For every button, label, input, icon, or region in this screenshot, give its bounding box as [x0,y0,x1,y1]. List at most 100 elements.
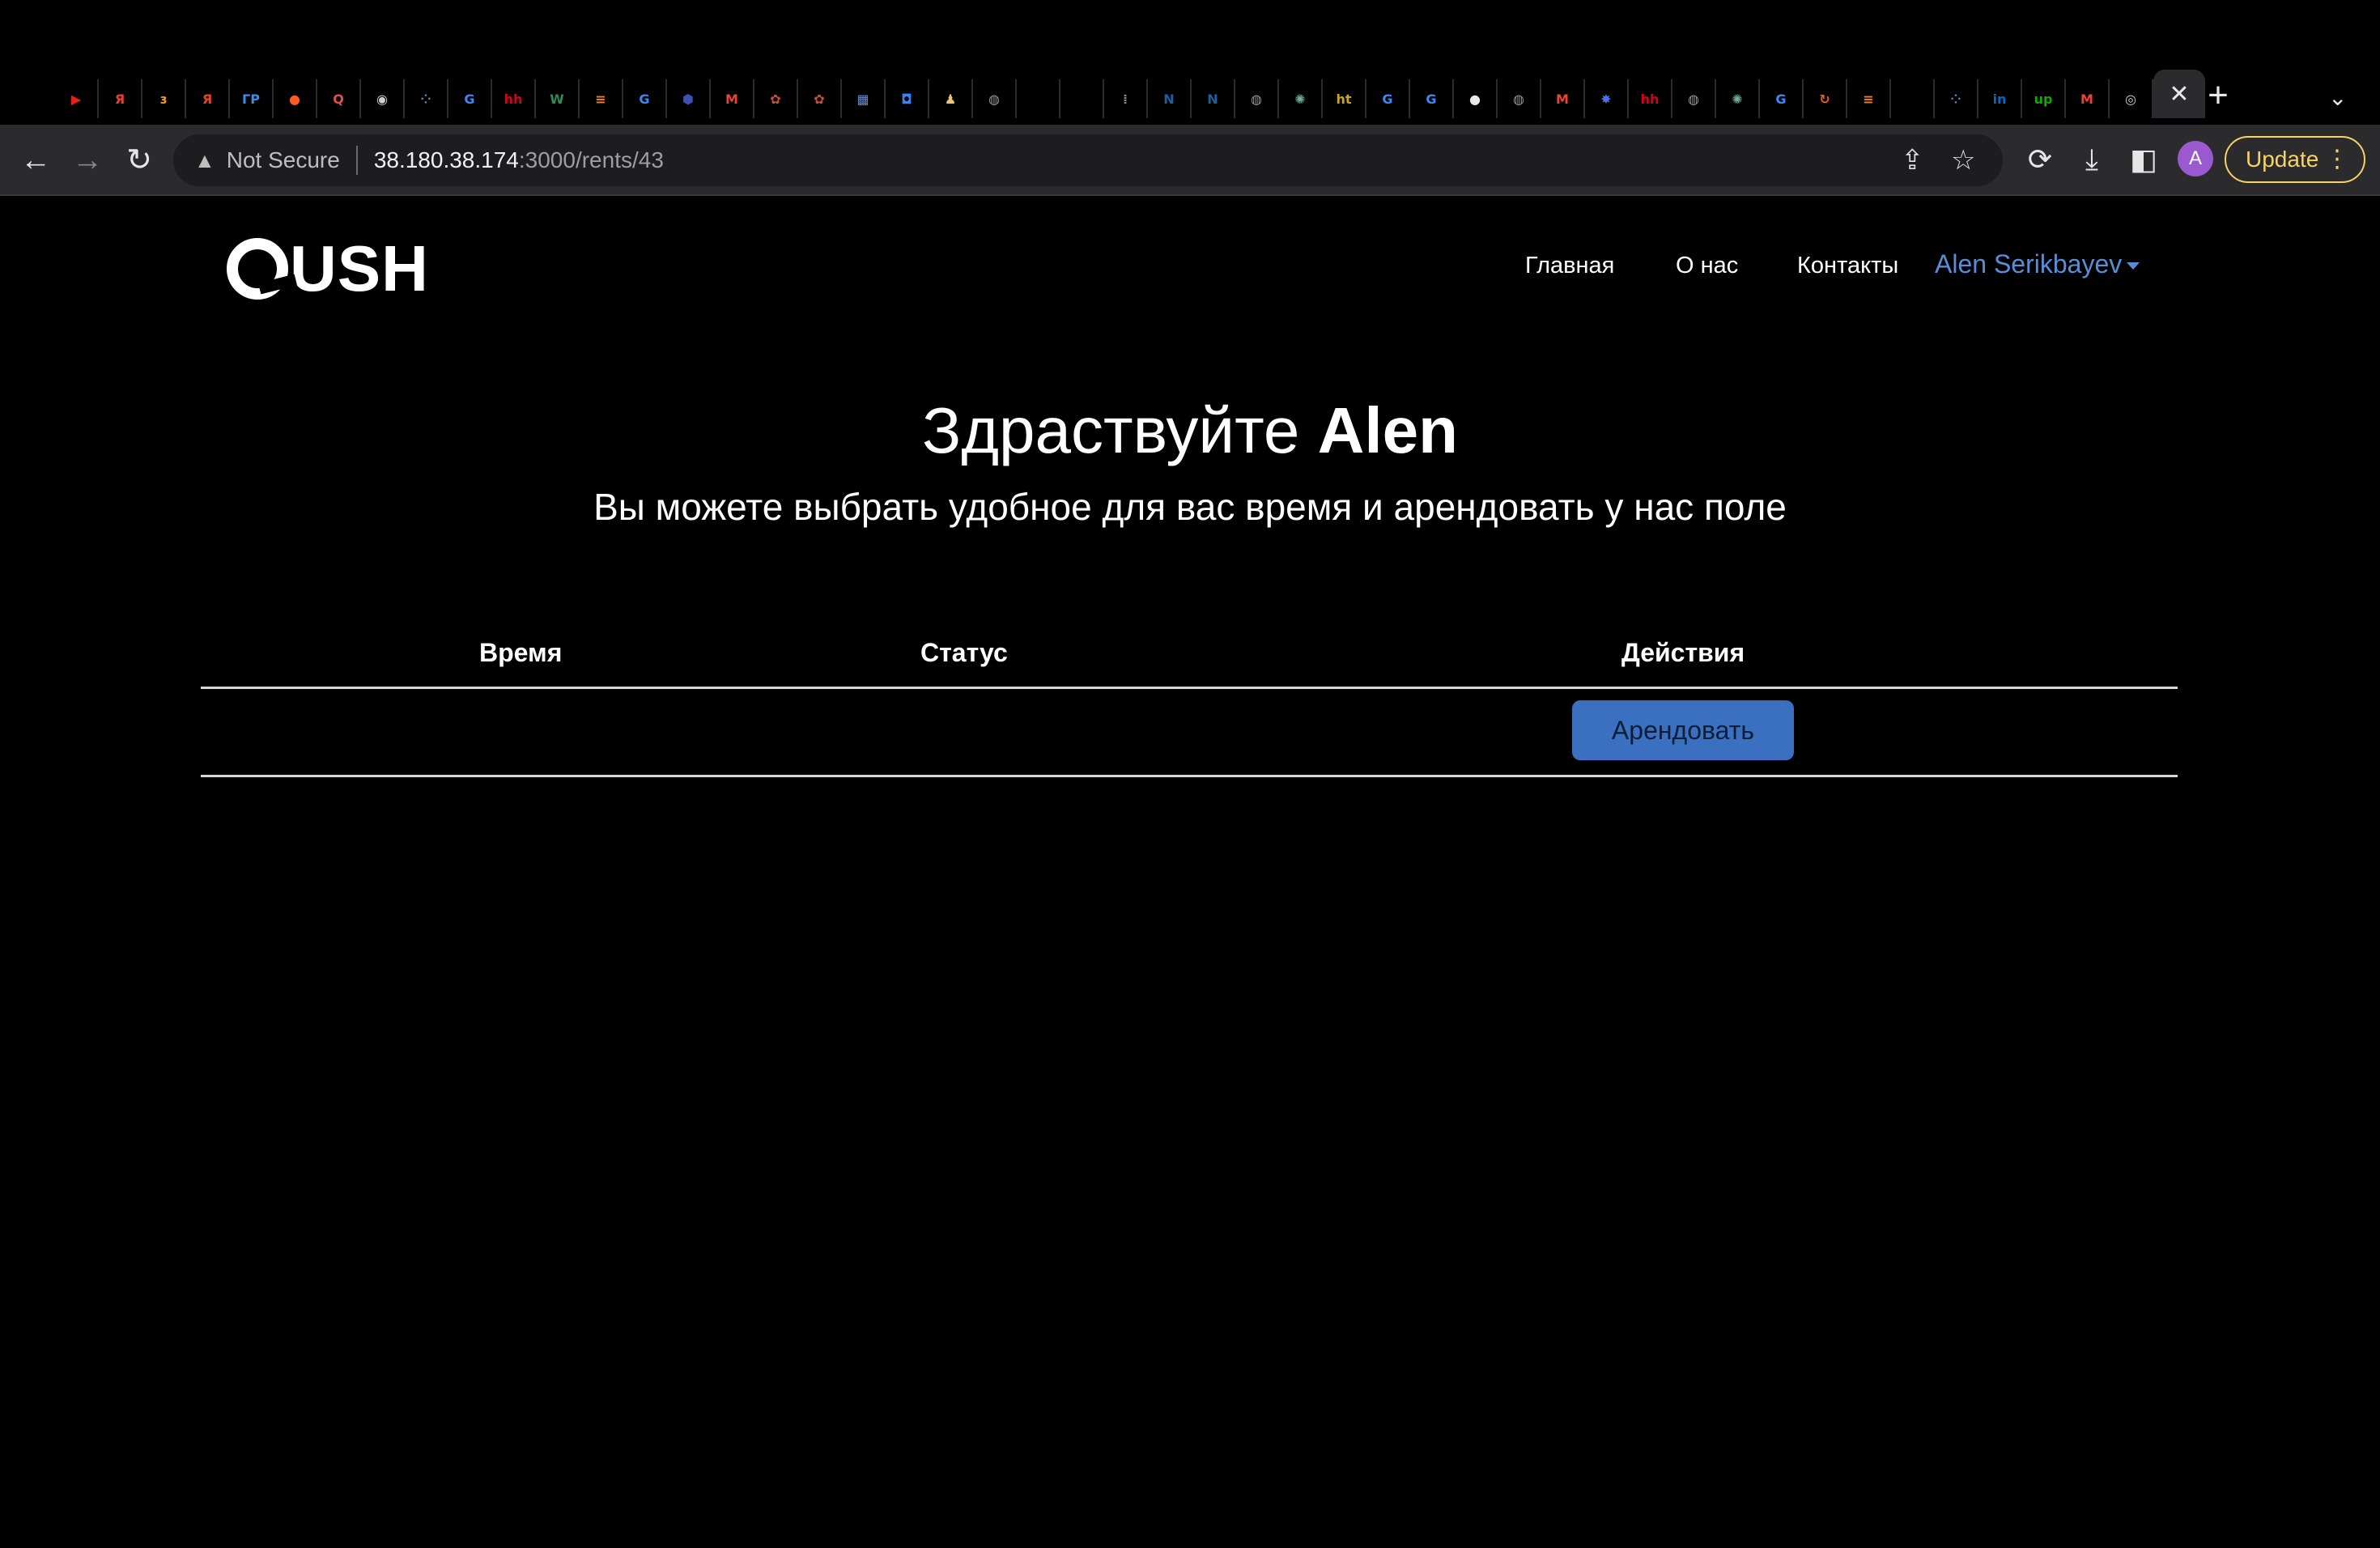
browser-tab[interactable]: G [1366,79,1410,118]
browser-tab[interactable] [1017,79,1060,118]
browser-tab[interactable]: Q [317,79,361,118]
side-panel-icon[interactable]: ◧ [2126,142,2161,176]
browser-tab[interactable]: M [711,79,754,118]
browser-tab[interactable]: in [1978,79,2022,118]
tab-strip: ▶ Яɜ Я ГР ● Q ◉ ⁘ Ghh W ≡ G ⬢ M ✿ ✿ ▦ ◘ ♟ ◍ ⁞ N N ◍ ✺ ht G G ● ◍ M ✸ hh ◍… [55,70,2205,118]
browser-tab[interactable]: W [536,79,580,118]
browser-tab[interactable]: M [1541,79,1585,118]
browser-tab[interactable]: ✺ [1279,79,1323,118]
blank-icon [1026,87,1049,110]
hh-icon: hh [1640,91,1660,107]
user-name: Alen Serikbayev [1935,249,2123,279]
browser-tab[interactable]: ⁞ [1104,79,1148,118]
google-icon: G [1382,91,1393,107]
browser-tab[interactable]: G [448,79,492,118]
openai-icon: ✺ [1732,91,1743,107]
browser-tab[interactable]: ◍ [973,79,1017,118]
picture-icon: ▦ [856,91,869,107]
browser-tab[interactable]: ◉ [361,79,405,118]
browser-tab[interactable]: ▶ [55,79,99,118]
browser-tab[interactable]: G [623,79,667,118]
upwork-icon: up [2034,91,2053,107]
globe-icon: ◍ [988,91,1000,107]
profile-avatar[interactable]: A [2178,141,2213,176]
address-bar[interactable]: ▲ Not Secure 38.180.38.174:3000/rents/43… [173,134,2003,186]
browser-tab[interactable]: G [1410,79,1454,118]
close-tab-icon[interactable]: ✕ [2169,80,2189,108]
back-arrow-icon[interactable]: ← [16,141,55,180]
extension-icon[interactable]: ⟳ [2022,142,2058,176]
browser-tab[interactable]: ◍ [1235,79,1279,118]
shield-app-icon: ⬢ [682,91,694,107]
nav-contacts-link[interactable]: Контакты [1797,245,1898,287]
security-status[interactable]: Not Secure [227,147,340,173]
browser-tab[interactable]: ▦ [842,79,886,118]
browser-tab[interactable]: ◎ [2110,79,2153,118]
browser-tab[interactable]: ГР [230,79,274,118]
rent-button[interactable]: Арендовать [1572,700,1794,760]
active-tab[interactable]: ✕ [2153,70,2205,118]
browser-tab[interactable]: ✿ [754,79,798,118]
bookmark-star-icon[interactable]: ☆ [1951,144,1975,176]
column-header-status: Статус [920,638,1008,667]
more-menu-icon[interactable]: ⋮ [2325,138,2349,181]
ht-icon: ht [1336,91,1352,107]
browser-toolbar: ← → ↻ ▲ Not Secure 38.180.38.174:3000/re… [0,125,2380,196]
browser-tab[interactable]: ✸ [1585,79,1629,118]
browser-tab[interactable]: ◍ [1498,79,1541,118]
browser-tab[interactable]: ht [1323,79,1366,118]
star-app-icon: ✸ [1600,91,1612,107]
browser-tab[interactable]: hh [1629,79,1672,118]
url-path[interactable]: :3000/rents/43 [519,147,664,173]
update-label: Update [2246,147,2319,172]
reddit-icon: ● [289,91,300,107]
chrome-icon: ◉ [376,91,388,107]
column-header-actions: Действия [1621,638,1745,667]
browser-tab[interactable]: Я [99,79,142,118]
browser-tab[interactable]: up [2022,79,2066,118]
browser-tab[interactable]: ≡ [1847,79,1891,118]
browser-tab[interactable] [1891,79,1935,118]
browser-tab[interactable]: ◘ [886,79,929,118]
page-subtitle: Вы можете выбрать удобное для вас время … [593,486,1787,528]
url-host[interactable]: 38.180.38.174 [374,147,519,173]
nav-home-link[interactable]: Главная [1525,245,1614,287]
nav-about-link[interactable]: О нас [1676,245,1738,287]
browser-tab[interactable] [1060,79,1104,118]
update-button[interactable]: Update ⋮ [2225,136,2365,183]
greeting-text: Здраствуйте [922,394,1300,466]
browser-tab[interactable]: ⬢ [667,79,711,118]
download-icon[interactable]: ⤓ [2074,142,2110,177]
browser-tab[interactable]: ✿ [798,79,842,118]
browser-tab[interactable]: ɜ [142,79,186,118]
browser-tab[interactable]: ✺ [1716,79,1760,118]
browser-tab[interactable]: ⁘ [405,79,448,118]
gmail-icon: M [2080,91,2093,107]
app-icon: ✿ [770,91,781,107]
tab-search-menu-icon[interactable]: ⌄ [2328,84,2347,111]
browser-tab[interactable]: ◍ [1672,79,1716,118]
browser-tab[interactable]: hh [492,79,536,118]
w-icon: W [550,91,564,107]
share-icon[interactable]: ⇪ [1901,144,1924,176]
browser-tab[interactable]: M [2066,79,2110,118]
browser-tab[interactable]: Я [186,79,230,118]
gmail-icon: M [1556,91,1569,107]
column-header-time: Время [479,638,563,667]
reload-icon[interactable]: ↻ [120,141,159,180]
browser-tab[interactable]: N [1192,79,1235,118]
new-tab-button[interactable]: + [2200,78,2236,113]
browser-tab[interactable]: ⁘ [1935,79,1978,118]
browser-tab[interactable]: G [1760,79,1804,118]
browser-tab[interactable]: ● [274,79,317,118]
browser-tab[interactable]: N [1148,79,1192,118]
hh-icon: hh [504,91,523,107]
browser-tab-bar: ▶ Яɜ Я ГР ● Q ◉ ⁘ Ghh W ≡ G ⬢ M ✿ ✿ ▦ ◘ ♟ ◍ ⁞ N N ◍ ✺ ht G G ● ◍ M ✸ hh ◍… [0,0,2380,125]
warning-icon[interactable]: ▲ [194,148,215,173]
browser-tab[interactable]: ≡ [580,79,623,118]
browser-tab[interactable]: ♟ [929,79,973,118]
browser-tab[interactable]: ● [1454,79,1498,118]
user-dropdown[interactable]: Alen Serikbayev [1935,245,2140,283]
browser-tab[interactable]: ↻ [1804,79,1847,118]
forward-arrow-icon[interactable]: → [68,141,107,180]
